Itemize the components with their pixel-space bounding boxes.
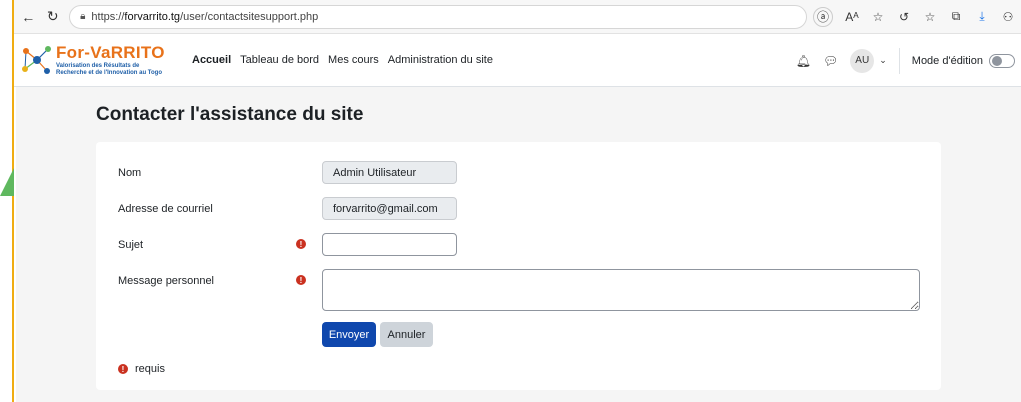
back-icon[interactable]: ← xyxy=(18,6,39,28)
required-icon: ! xyxy=(296,275,306,285)
text-size-icon[interactable]: Aᴬ xyxy=(839,5,865,29)
favorites-add-icon[interactable]: ☆ xyxy=(865,5,891,29)
edit-mode-toggle[interactable] xyxy=(989,53,1015,68)
required-legend-text: requis xyxy=(135,363,165,375)
cancel-button[interactable]: Annuler xyxy=(380,322,433,347)
site-navbar: For-VaRRITO Valorisation des Résultats d… xyxy=(14,34,1021,87)
subject-label: Sujet xyxy=(118,239,144,251)
url-host: forvarrito.tg xyxy=(124,10,181,23)
logo-network-icon xyxy=(20,43,54,77)
browser-toolbar: ← ↻ 🔒︎ https:// forvarrito.tg /user/cont… xyxy=(14,0,1021,34)
notifications-bell-icon[interactable]: 🔔︎ xyxy=(796,54,811,68)
user-avatar[interactable]: AU xyxy=(850,48,875,73)
address-bar[interactable]: 🔒︎ https:// forvarrito.tg /user/contacts… xyxy=(69,4,807,29)
edit-mode-label: Mode d'édition xyxy=(911,54,983,67)
collections-icon[interactable]: ⧉ xyxy=(943,5,969,29)
downloads-icon[interactable]: ⤓ xyxy=(969,5,995,29)
site-logo[interactable]: For-VaRRITO Valorisation des Résultats d… xyxy=(20,37,190,83)
navbar-divider xyxy=(898,47,900,74)
lock-icon[interactable]: 🔒︎ xyxy=(80,11,85,22)
contact-form-card: Nom Adresse de courriel Sujet ! Message … xyxy=(96,142,941,390)
nav-item-administration[interactable]: Administration du site xyxy=(388,54,493,66)
message-textarea[interactable] xyxy=(322,269,920,311)
chevron-down-icon[interactable]: ⌄ xyxy=(879,55,887,66)
screenshot-frame: ← ↻ 🔒︎ https:// forvarrito.tg /user/cont… xyxy=(0,0,1021,402)
required-legend: ! requis xyxy=(118,363,165,375)
profile-icon[interactable]: ⚇ xyxy=(995,5,1021,29)
subject-input[interactable] xyxy=(322,233,457,256)
send-button[interactable]: Envoyer xyxy=(322,322,376,347)
page-title: Contacter l'assistance du site xyxy=(96,104,364,125)
primary-navigation: Accueil Tableau de bord Mes cours Admini… xyxy=(192,54,502,66)
refresh-icon[interactable]: ↺ xyxy=(891,5,917,29)
left-accent-bar xyxy=(0,0,14,402)
messages-chat-icon[interactable]: 💬︎ xyxy=(823,54,838,68)
message-label: Message personnel xyxy=(118,275,215,287)
logo-title: For-VaRRITO xyxy=(56,43,165,62)
email-label: Adresse de courriel xyxy=(118,203,213,215)
reload-icon[interactable]: ↻ xyxy=(43,6,64,28)
logo-subtitle-line2: Recherche et de l'Innovation au Togo xyxy=(56,70,162,76)
name-label: Nom xyxy=(118,167,142,179)
nav-item-tableau-de-bord[interactable]: Tableau de bord xyxy=(240,54,319,66)
toggle-knob xyxy=(992,55,1002,66)
page-content: Contacter l'assistance du site Nom Adres… xyxy=(16,87,1021,402)
nav-item-mes-cours[interactable]: Mes cours xyxy=(328,54,379,66)
favorites-icon[interactable]: ☆ xyxy=(917,5,943,29)
required-icon: ! xyxy=(296,239,306,249)
name-field[interactable] xyxy=(322,161,457,184)
email-field[interactable] xyxy=(322,197,457,220)
nav-item-accueil[interactable]: Accueil xyxy=(192,54,231,66)
logo-subtitle-line1: Valorisation des Résultats de xyxy=(56,63,140,69)
read-aloud-icon[interactable]: ⓐ xyxy=(813,6,833,27)
green-arrow-marker xyxy=(0,168,14,196)
required-icon: ! xyxy=(118,364,128,374)
url-prefix: https:// xyxy=(91,10,125,23)
url-path: /user/contactsitesupport.php xyxy=(180,10,319,23)
